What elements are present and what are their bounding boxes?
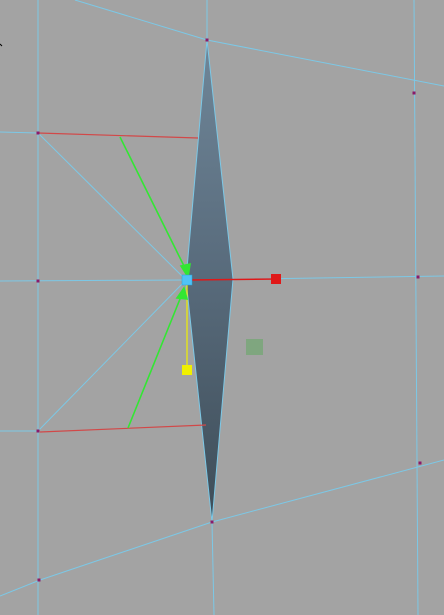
mesh-edge <box>0 579 41 597</box>
mesh-edge <box>37 132 187 281</box>
normal-arrow-upper <box>119 136 191 280</box>
vertex[interactable] <box>36 279 40 283</box>
mesh-edge <box>37 279 187 432</box>
mesh-edge <box>74 0 208 41</box>
gizmo-x-axis-line <box>187 278 277 281</box>
mesh-edge <box>0 131 39 134</box>
gizmo-z-handle-icon[interactable] <box>246 339 263 355</box>
tangent-handle-top[interactable] <box>37 132 199 139</box>
mesh-edge <box>0 279 187 282</box>
gizmo-y-handle-icon[interactable] <box>182 365 192 375</box>
vertex[interactable] <box>36 429 40 433</box>
scene-canvas[interactable] <box>0 0 444 615</box>
mesh-edge <box>206 39 444 87</box>
normal-arrows <box>119 136 191 429</box>
viewport-3d[interactable] <box>0 0 444 615</box>
vertex[interactable] <box>412 91 416 95</box>
vertex[interactable] <box>36 131 40 135</box>
mesh-edge <box>211 459 444 523</box>
vertex[interactable] <box>210 520 214 524</box>
gizmo-x-handle-icon[interactable] <box>271 274 281 284</box>
vertex[interactable] <box>37 578 41 582</box>
vertex[interactable] <box>418 461 422 465</box>
mesh-edge <box>39 521 213 581</box>
arrowhead-icon <box>175 286 189 300</box>
cursor-mark <box>0 43 3 47</box>
selected-face[interactable] <box>185 39 234 523</box>
vertex[interactable] <box>416 275 420 279</box>
tangent-handles[interactable] <box>37 132 207 433</box>
vertex[interactable] <box>205 38 209 42</box>
pivot-handle-icon[interactable] <box>181 274 193 286</box>
tangent-handle-bottom[interactable] <box>39 424 207 433</box>
mesh-edge <box>211 521 215 615</box>
